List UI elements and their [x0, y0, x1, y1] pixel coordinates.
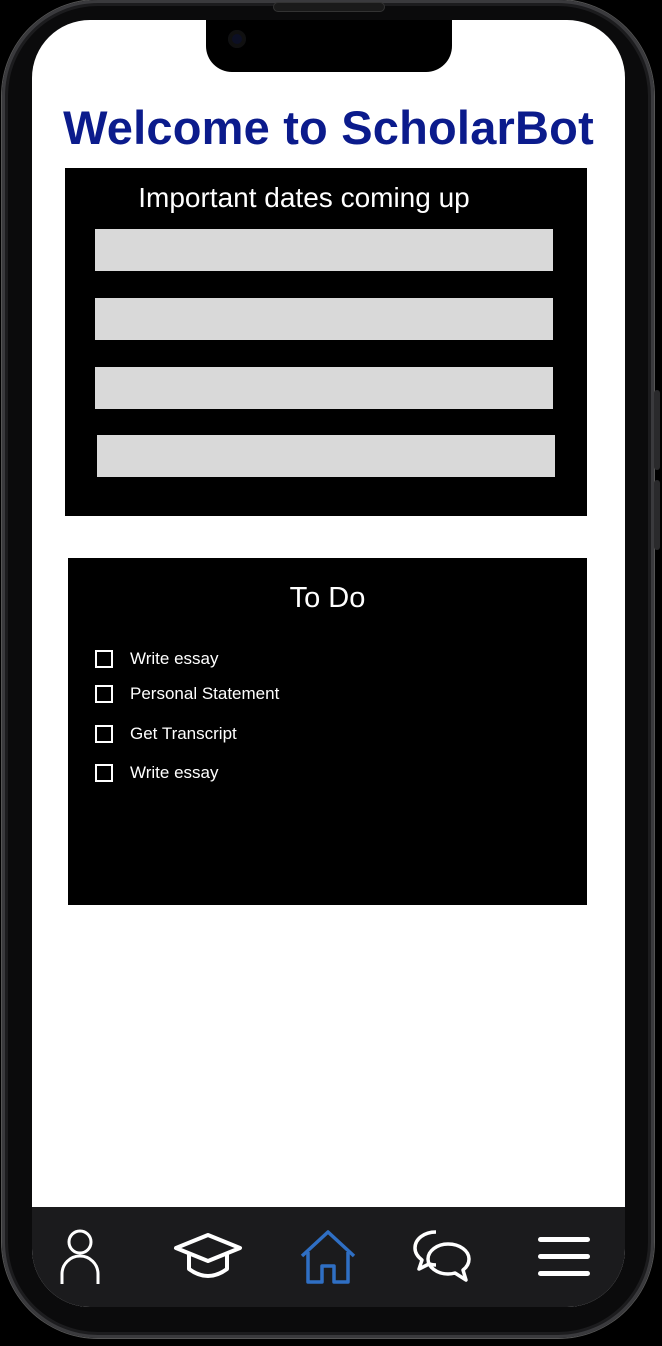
tab-menu[interactable] [528, 1221, 600, 1293]
phone-mockup: Welcome to ScholarBot Important dates co… [0, 0, 662, 1346]
date-row[interactable] [95, 229, 553, 271]
speaker-grille [274, 3, 384, 11]
todo-checkbox[interactable] [95, 685, 113, 703]
side-button-lower [654, 480, 660, 550]
todo-checkbox[interactable] [95, 650, 113, 668]
todo-item: Write essay [95, 761, 219, 785]
profile-icon [60, 1229, 100, 1284]
tab-home[interactable] [292, 1221, 364, 1293]
todo-title: To Do [289, 582, 366, 614]
todo-panel: To Do Write essay Personal Statement Get… [68, 558, 587, 905]
todo-label: Personal Statement [130, 684, 280, 703]
bottom-tab-bar [32, 1207, 625, 1307]
todo-item: Write essay [95, 647, 219, 671]
date-row[interactable] [95, 298, 553, 340]
todo-label: Write essay [130, 763, 219, 782]
tab-profile[interactable] [44, 1221, 116, 1293]
tab-scholarships[interactable] [172, 1221, 244, 1293]
date-row[interactable] [95, 367, 553, 409]
home-icon [300, 1230, 356, 1284]
front-camera [228, 30, 246, 48]
menu-icon [538, 1237, 590, 1276]
chat-bubbles-icon [413, 1230, 471, 1282]
tab-chat[interactable] [406, 1221, 478, 1293]
important-dates-title: Important dates coming up [138, 182, 470, 213]
graduation-cap-icon [174, 1233, 242, 1278]
todo-checkbox[interactable] [95, 725, 113, 743]
date-row[interactable] [97, 435, 555, 477]
todo-item: Personal Statement [95, 682, 279, 706]
screen: Welcome to ScholarBot Important dates co… [32, 20, 625, 1307]
todo-checkbox[interactable] [95, 764, 113, 782]
important-dates-panel: Important dates coming up [65, 168, 587, 516]
side-button-upper [654, 390, 660, 470]
page-title: Welcome to ScholarBot [63, 101, 594, 154]
todo-item: Get Transcript [95, 722, 237, 746]
todo-label: Write essay [130, 649, 219, 668]
todo-label: Get Transcript [130, 724, 237, 743]
notch [206, 20, 452, 72]
